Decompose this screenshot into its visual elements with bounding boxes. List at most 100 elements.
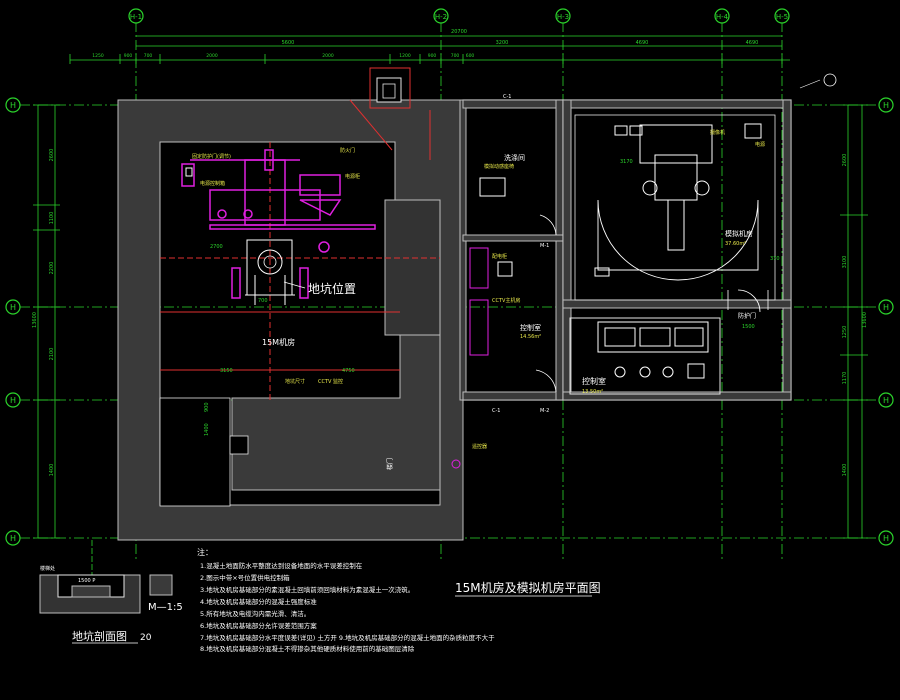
dim-row2-2: 900: [124, 53, 133, 59]
axis-label-right-3: H: [883, 396, 889, 405]
axis-label-right-2: H: [883, 303, 889, 312]
dim-370: 370: [770, 256, 780, 262]
control-room-label: 控制室: [582, 376, 606, 386]
dim-right-total: 13600: [862, 312, 868, 328]
dim-1400: 1400: [204, 423, 210, 436]
control-room2-label: 控制室: [520, 323, 541, 332]
cad-drawing: H-1 H-2 H-3 H-4 H-5 H H H H H H H H 2070…: [5, 8, 894, 653]
section-label-a: 楼梯处: [40, 565, 55, 572]
dim-row2-8: 700: [451, 53, 460, 59]
section-label-b: 1500 P: [78, 578, 95, 584]
axis-bubbles-top: H-1 H-2 H-3 H-4 H-5: [128, 8, 790, 24]
notes-title: 注：: [197, 547, 213, 557]
middle-rooms: 洗涤间 模拟动感座椅 控制室 14.56m² CCTV主机房 配电柜 C-1 C…: [459, 94, 565, 414]
note-5: 5.所有地坑及电缆沟内需光滑、清洁。: [200, 609, 310, 618]
dim-right-5: 1400: [842, 464, 848, 477]
annotation-cctv: CCTV 监控: [318, 378, 343, 385]
dim-top-3: 4690: [636, 40, 649, 46]
note-2: 2.图示中带×号位置供电控制箱: [200, 573, 290, 582]
door-c1-top: C-1: [503, 94, 511, 100]
axis-bubbles-left: H H H H: [5, 97, 21, 546]
dimension-chain-left: 13600 2600 1100 2200 2100 1400: [32, 104, 60, 539]
screen-bottom-band: [0, 652, 900, 700]
axis-label-right-4: H: [883, 534, 889, 543]
dim-right-3: 1250: [842, 326, 848, 339]
axis-label-left-2: H: [10, 303, 16, 312]
door-c1-bottom: C-1: [492, 408, 500, 414]
annotation-pit-size: 地坑尺寸: [285, 378, 305, 385]
annotation-camera: 摄像机: [710, 129, 725, 136]
pit-position-label: 地坑位置: [308, 281, 356, 296]
dim-left-1: 2600: [49, 149, 55, 162]
annotation-distribution: 配电柜: [492, 253, 507, 260]
motion-platform: [181, 149, 376, 299]
m-detail-label: M—1:5: [148, 602, 183, 613]
dim-row2-4: 2000: [206, 53, 218, 59]
dim-row2-9: 600: [466, 53, 475, 59]
simulation-room-area: 37.60m²: [725, 241, 746, 247]
dim-left-4: 2100: [49, 348, 55, 361]
section-scale: 20: [140, 633, 152, 643]
section-title: 地坑剖面图: [72, 629, 127, 643]
note-7: 7.地坑及机房基础部分水平度误差(详见) 土方开 9.地坑及机房基础部分的混凝土…: [200, 633, 495, 642]
axis-bubbles-right: H H H H: [878, 97, 894, 546]
annotation-power-cabinet: 电源柜: [345, 173, 360, 180]
note-1: 1.混凝土地面防水平整度达到设备地面的水平误差控制在: [200, 561, 363, 570]
dim-row2-6: 1200: [399, 53, 411, 59]
dim-row2-5: 2000: [322, 53, 334, 59]
annotation-fire-door: 防火门: [340, 147, 355, 154]
dim-right-1: 2600: [842, 154, 848, 167]
note-4: 4.地坑及机房基础部分的混凝土强度标准: [200, 597, 317, 606]
annotation-remote: 遥控器: [472, 443, 487, 450]
dim-row2-1: 1250: [92, 53, 104, 59]
dim-900: 900: [204, 402, 210, 412]
dim-3170: 3170: [620, 159, 633, 165]
axis-label-left-1: H: [10, 101, 16, 110]
axis-label-right-1: H: [883, 101, 889, 110]
note-6: 6.地坑及机房基础部分允许误差范围方案: [200, 621, 317, 630]
simulation-room-label: 模拟机房: [725, 229, 753, 238]
simulation-room: 模拟机房 37.60m² 3170 370 摄像机 电源: [562, 73, 837, 401]
annotation-seat: 模拟动感座椅: [484, 163, 514, 170]
axis-label-left-4: H: [10, 534, 16, 543]
dim-700: 700: [258, 298, 268, 304]
dim-top-2: 3200: [496, 40, 509, 46]
dim-top-1: 5600: [282, 40, 295, 46]
dim-left-2: 1100: [49, 212, 55, 225]
stair-label: 楼门: [386, 458, 394, 470]
dim-row2-7: 900: [428, 53, 437, 59]
hall-15m-walls: [117, 77, 464, 541]
axis-label-top-5: H-5: [776, 13, 788, 21]
protect-door-label: 防护门: [738, 312, 756, 320]
dim-overall: 20700: [451, 29, 467, 35]
washroom-label: 洗涤间: [504, 153, 525, 162]
annotation-fixed-door: 固定防护门(调节): [192, 153, 231, 160]
dim-3150: 3150: [220, 368, 233, 374]
dim-2700: 2700: [210, 244, 223, 250]
dimension-chain-right: 13600 2600 3100 1250 1170 1400: [840, 104, 868, 539]
annotation-power-box: 电源控制箱: [200, 180, 225, 187]
notes-block: 注： 1.混凝土地面防水平整度达到设备地面的水平误差控制在 2.图示中带×号位置…: [197, 547, 495, 653]
note-3: 3.地坑及机房基础部分的素混凝土回填前须回填材料为素混凝土一次浇筑。: [200, 585, 414, 594]
axis-label-left-3: H: [10, 396, 16, 405]
axis-label-top-2: H-2: [435, 13, 447, 21]
hall-15m-label: 15M机房: [262, 337, 295, 347]
dim-top-4: 4690: [746, 40, 759, 46]
drawing-title: 15M机房及模拟机房平面图: [455, 580, 601, 595]
door-m1-label: M-1: [540, 243, 549, 249]
annotation-power: 电源: [755, 141, 765, 148]
dim-row2-3: 700: [144, 53, 153, 59]
door-m2-label: M-2: [540, 408, 549, 414]
protect-door-width: 1500: [742, 324, 755, 330]
axis-label-top-4: H-4: [716, 13, 729, 21]
control-room-area: 13.50m²: [582, 389, 603, 395]
axis-label-top-1: H-1: [130, 13, 142, 21]
dim-right-2: 3100: [842, 256, 848, 269]
dim-left-5: 1400: [49, 464, 55, 477]
control-room2-area: 14.56m²: [520, 334, 541, 340]
dimension-chain-top: 20700 5600 3200 4690 4690 1250 900 700 2…: [69, 29, 790, 64]
dim-4750: 4750: [342, 368, 355, 374]
axis-label-top-3: H-3: [557, 13, 569, 21]
dim-left-3: 2200: [49, 262, 55, 275]
dim-left-total: 13600: [32, 312, 38, 328]
